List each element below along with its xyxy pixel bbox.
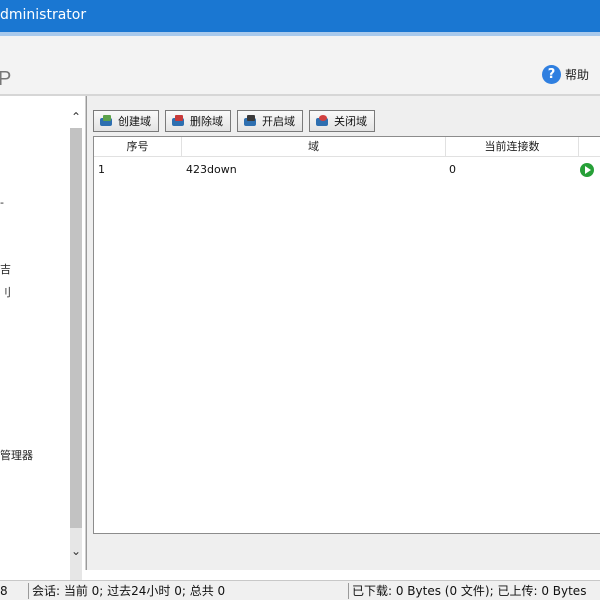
app-header: P ? 帮助 bbox=[0, 36, 600, 94]
delete-domain-button[interactable]: 删除域 bbox=[165, 110, 231, 132]
sidebar-item[interactable]: 管理器 bbox=[0, 447, 33, 463]
sidebar-item[interactable]: 刂 bbox=[0, 284, 11, 300]
sidebar: - 吉 刂 管理器 ⌃ ⌄ bbox=[0, 96, 86, 600]
start-domain-button[interactable]: 开启域 bbox=[237, 110, 303, 132]
app-brand: P bbox=[0, 68, 12, 90]
close-domain-icon bbox=[316, 115, 330, 127]
status-sessions: 会话: 当前 0; 过去24小时 0; 总共 0 bbox=[28, 583, 346, 599]
table-header: 序号 域 当前连接数 bbox=[94, 137, 600, 157]
close-domain-button[interactable]: 关闭域 bbox=[309, 110, 375, 132]
row-connections: 0 bbox=[449, 163, 456, 176]
delete-domain-label: 删除域 bbox=[190, 115, 223, 128]
create-domain-icon bbox=[100, 115, 114, 127]
column-header-index[interactable]: 序号 bbox=[94, 137, 182, 157]
domain-table: 序号 域 当前连接数 1 423down 0 bbox=[93, 136, 600, 534]
start-domain-icon bbox=[244, 115, 258, 127]
scroll-up-icon[interactable]: ⌃ bbox=[67, 110, 85, 126]
column-header-domain[interactable]: 域 bbox=[182, 137, 446, 157]
close-domain-label: 关闭域 bbox=[334, 115, 367, 128]
sidebar-item[interactable]: - bbox=[0, 196, 4, 209]
play-icon[interactable] bbox=[580, 163, 594, 177]
row-index: 1 bbox=[98, 163, 105, 176]
title-bar: dministrator bbox=[0, 0, 600, 32]
delete-domain-icon bbox=[172, 115, 186, 127]
start-domain-label: 开启域 bbox=[262, 115, 295, 128]
help-button[interactable]: ? 帮助 bbox=[542, 64, 589, 84]
column-header-status[interactable] bbox=[579, 137, 600, 157]
window-title: dministrator bbox=[0, 7, 87, 23]
sidebar-item[interactable]: 吉 bbox=[0, 261, 11, 277]
toolbar: 创建域 删除域 开启域 关闭域 bbox=[93, 110, 381, 132]
create-domain-button[interactable]: 创建域 bbox=[93, 110, 159, 132]
domain-panel: 创建域 删除域 开启域 关闭域 序号 域 当前连接数 1 423down 0 bbox=[86, 96, 600, 570]
status-transfer: 已下载: 0 Bytes (0 文件); 已上传: 0 Bytes bbox=[348, 583, 600, 599]
table-row[interactable]: 1 423down 0 bbox=[94, 161, 600, 179]
sidebar-scrollbar-thumb[interactable] bbox=[70, 128, 82, 528]
help-label: 帮助 bbox=[565, 67, 590, 82]
status-bar: 8 会话: 当前 0; 过去24小时 0; 总共 0 已下载: 0 Bytes … bbox=[0, 580, 600, 600]
column-header-connections[interactable]: 当前连接数 bbox=[446, 137, 579, 157]
scroll-down-icon[interactable]: ⌄ bbox=[67, 544, 85, 560]
status-left: 8 bbox=[0, 584, 8, 598]
help-icon: ? bbox=[542, 64, 561, 84]
row-domain: 423down bbox=[186, 163, 237, 176]
create-domain-label: 创建域 bbox=[118, 115, 151, 128]
